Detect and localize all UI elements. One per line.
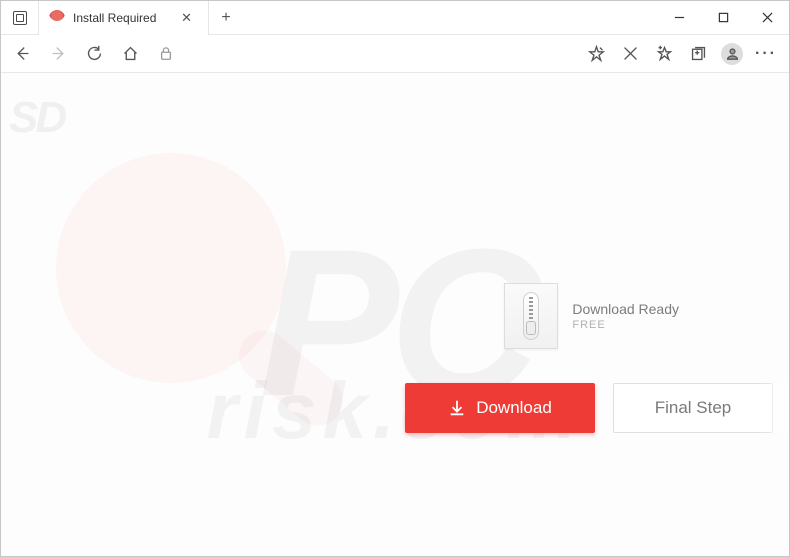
maximize-button[interactable] <box>701 1 745 35</box>
read-aloud-button[interactable] <box>579 38 613 70</box>
toolbar-right: ··· <box>579 38 785 70</box>
file-thumbnail <box>504 283 558 349</box>
download-label: Download <box>476 398 552 418</box>
forward-button[interactable] <box>41 38 75 70</box>
file-meta: Download Ready FREE <box>572 301 679 331</box>
final-step-button[interactable]: Final Step <box>613 383 773 433</box>
refresh-button[interactable] <box>77 38 111 70</box>
close-window-button[interactable] <box>745 1 789 35</box>
tab-actions-icon <box>13 11 27 25</box>
minimize-button[interactable] <box>657 1 701 35</box>
final-step-label: Final Step <box>655 398 732 418</box>
tab-title: Install Required <box>73 11 156 25</box>
avatar-icon <box>721 43 743 65</box>
profile-button[interactable] <box>715 38 749 70</box>
title-bar: Install Required ✕ + <box>1 1 789 35</box>
download-icon <box>448 399 466 417</box>
address-bar[interactable] <box>153 40 573 68</box>
close-tab-button[interactable]: ✕ <box>181 11 192 24</box>
toolbar: ··· <box>1 35 789 73</box>
watermark-magnifier-handle <box>229 320 353 435</box>
collections-button[interactable] <box>681 38 715 70</box>
tab-strip: Install Required ✕ + <box>39 1 657 35</box>
tab-actions-button[interactable] <box>1 1 39 35</box>
browser-window: Install Required ✕ + ··· SD <box>0 0 790 557</box>
window-controls <box>657 1 789 35</box>
new-tab-button[interactable]: + <box>209 1 243 35</box>
watermark-sd: SD <box>9 93 64 143</box>
favorites-button[interactable] <box>647 38 681 70</box>
file-card: Download Ready FREE <box>504 283 679 349</box>
button-row: Download Final Step <box>405 383 773 433</box>
home-button[interactable] <box>113 38 147 70</box>
favicon-icon <box>49 10 65 26</box>
settings-menu-button[interactable]: ··· <box>749 38 783 70</box>
file-subtitle: FREE <box>572 319 679 331</box>
stop-button[interactable] <box>613 38 647 70</box>
file-title: Download Ready <box>572 301 679 317</box>
zip-icon <box>523 292 539 340</box>
final-step-wrap: Final Step <box>613 383 773 433</box>
download-button[interactable]: Download <box>405 383 595 433</box>
site-info-icon <box>159 47 173 61</box>
page-content: SD PC risk.com Download Ready FREE Downl… <box>1 73 789 556</box>
back-button[interactable] <box>5 38 39 70</box>
tab-install-required[interactable]: Install Required ✕ <box>39 1 209 35</box>
